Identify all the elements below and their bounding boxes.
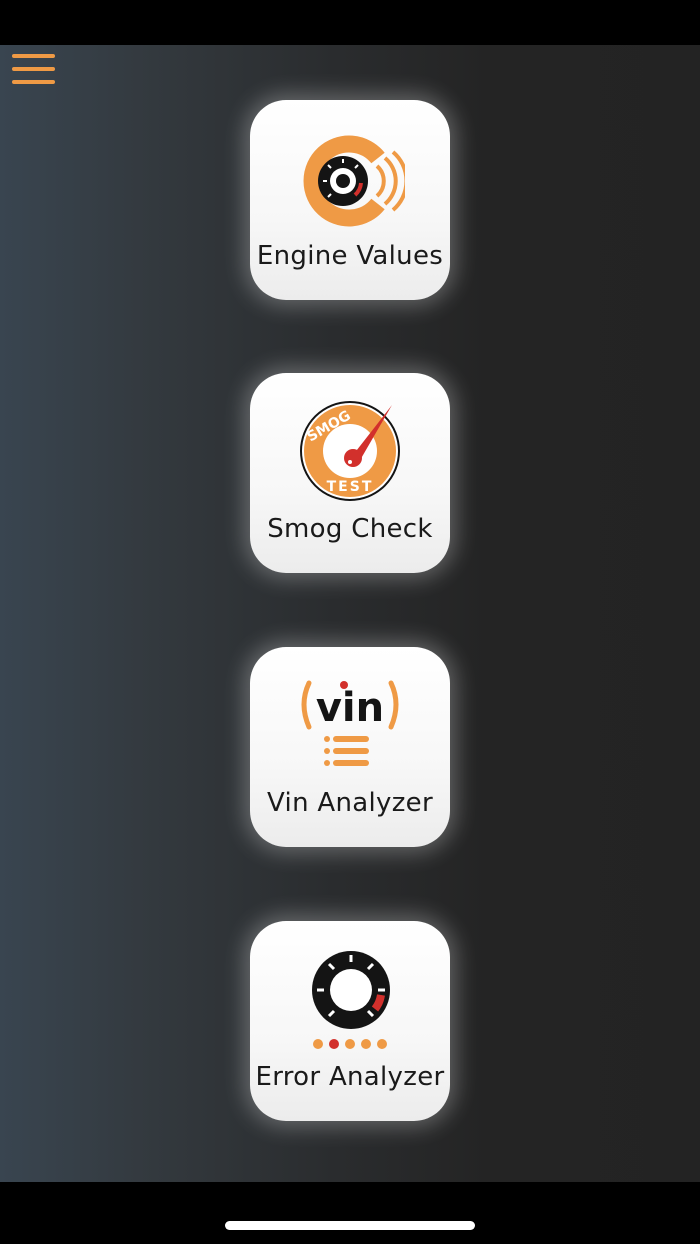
test-letter: TEST [327, 479, 374, 495]
tile-label: Vin Analyzer [267, 788, 433, 818]
bottom-bar [0, 1182, 700, 1244]
tile-label: Engine Values [256, 241, 444, 271]
menu-line-bottom [12, 80, 55, 84]
vin-text: vin [316, 685, 384, 731]
vin-list-icon: vin [295, 669, 405, 779]
tile-error-analyzer[interactable]: Error Analyzer [250, 921, 450, 1121]
tile-smog-check[interactable]: SMOG TEST Smog Check [250, 373, 450, 573]
tile-label: Smog Check [267, 514, 433, 544]
error-gauge-icon [295, 943, 405, 1053]
menu-line-middle [12, 67, 55, 71]
tile-engine-values[interactable]: Engine Values [250, 100, 450, 300]
smog-test-icon: SMOG TEST [295, 395, 405, 505]
hamburger-menu-button[interactable] [12, 54, 55, 86]
engine-gauge-icon [295, 122, 405, 232]
tile-label: Error Analyzer [255, 1062, 445, 1092]
home-indicator[interactable] [225, 1221, 475, 1230]
tile-vin-analyzer[interactable]: vin Vin Analyzer [250, 647, 450, 847]
menu-line-top [12, 54, 55, 58]
status-bar [0, 0, 700, 45]
